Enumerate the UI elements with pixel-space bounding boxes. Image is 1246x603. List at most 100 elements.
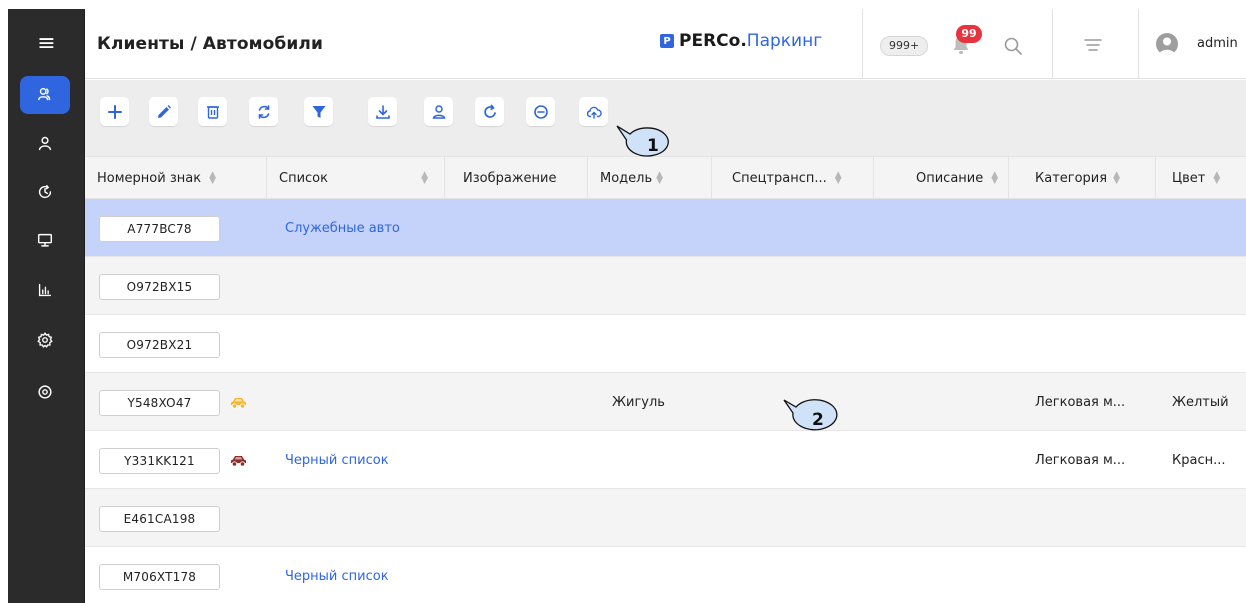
column-header-plate[interactable]: Номерной знак ▲ ▼ (85, 157, 267, 199)
column-header-label: Модель (600, 170, 653, 186)
column-header-label: Цвет (1172, 170, 1206, 186)
column-header-label: Список (279, 170, 328, 186)
sort-icon[interactable]: ▲ ▼ (421, 171, 428, 186)
cell-list[interactable]: Черный список (285, 547, 389, 603)
remove-button[interactable] (526, 97, 555, 126)
edit-icon (157, 104, 171, 118)
minus-circle-icon (533, 104, 548, 119)
header-divider (1138, 9, 1139, 79)
filter-button[interactable] (304, 97, 333, 126)
table-row[interactable]: M706XT178 Черный список (85, 547, 1246, 603)
column-header-label: Изображение (463, 170, 557, 186)
column-header-color[interactable]: Цвет ▲ ▼ (1156, 157, 1246, 199)
user-button[interactable] (424, 97, 453, 126)
users-icon (37, 87, 51, 101)
column-header-label: Спецтрансп... (732, 170, 827, 186)
cell-category: Легковая м... (1035, 452, 1126, 468)
license-plate: Y548XO47 (99, 390, 220, 416)
table-row[interactable]: A777BC78 Служебные авто (85, 199, 1246, 257)
callout-2: 2 (783, 398, 847, 438)
license-plate: M706XT178 (99, 564, 220, 590)
column-header-category[interactable]: Категория ▲ ▼ (1009, 157, 1156, 199)
brand-name: PERCo. (679, 31, 747, 51)
brand-product: Паркинг (746, 31, 823, 51)
sidebar-item-reports[interactable] (20, 271, 70, 309)
delete-icon (206, 105, 219, 119)
column-header-label: Категория (1035, 170, 1108, 186)
cell-list[interactable]: Служебные авто (285, 199, 400, 257)
add-icon (107, 104, 122, 119)
events-count-badge[interactable]: 999+ (880, 36, 929, 56)
sort-icon[interactable]: ▲ ▼ (835, 171, 842, 186)
avatar[interactable] (1156, 33, 1178, 55)
username[interactable]: admin (1197, 36, 1238, 51)
user-icon (432, 104, 445, 119)
table-row[interactable]: Y331KK121 Черный список Легковая м... Красн… (85, 431, 1246, 489)
eye-icon (38, 385, 52, 399)
sidebar-item-view[interactable] (20, 373, 70, 411)
callout-number: 2 (812, 410, 824, 430)
search-icon[interactable] (1003, 36, 1023, 56)
license-plate: E461CA198 (99, 506, 220, 532)
download-button[interactable] (368, 97, 397, 126)
reload-button[interactable] (475, 97, 504, 126)
vehicles-table: Номерной знак ▲ ▼ Список ▲ ▼ Изображение Мод… (85, 156, 1246, 603)
sort-icon[interactable]: ▲ ▼ (1213, 171, 1220, 186)
filter-icon (312, 105, 325, 118)
notification-badge: 99 (956, 25, 982, 43)
brand-mark: P (660, 34, 674, 48)
car-icon (231, 398, 246, 409)
download-icon (375, 104, 390, 119)
car-icon (231, 456, 246, 467)
cell-model: Жигуль (612, 394, 665, 410)
user-avatar-icon (1159, 37, 1175, 55)
license-plate: Y331KK121 (99, 448, 220, 474)
app-window: ≡ Клиенты / Автомобили P PERCo. Паркинг … (0, 0, 1246, 603)
column-header-label: Описание (916, 170, 984, 186)
table-row[interactable]: Y548XO47 Жигуль Легковая м... Желтый (85, 373, 1246, 431)
sort-icon[interactable]: ▲ ▼ (1113, 171, 1120, 186)
reload-icon (483, 104, 496, 118)
sidebar: ≡ (8, 9, 85, 603)
page-title: Клиенты / Автомобили (97, 34, 323, 54)
refresh-button[interactable] (249, 97, 278, 126)
history-icon (38, 184, 52, 199)
sidebar-item-users[interactable] (20, 76, 70, 114)
column-header-list[interactable]: Список ▲ ▼ (267, 157, 445, 199)
upload-button[interactable] (579, 97, 608, 126)
edit-button[interactable] (149, 97, 178, 126)
column-header-description[interactable]: Описание ▲ ▼ (874, 157, 1009, 199)
sidebar-item-person[interactable] (20, 125, 70, 163)
brand-logo: P PERCo. Паркинг (660, 31, 822, 51)
hamburger-menu-icon[interactable]: ≡ (8, 29, 85, 59)
cell-category: Легковая м... (1035, 394, 1126, 410)
sidebar-item-settings[interactable] (20, 321, 70, 359)
refresh-icon (258, 104, 269, 119)
cloud-upload-icon (586, 106, 602, 119)
monitor-icon (37, 233, 53, 247)
header-divider (862, 9, 863, 79)
column-header-image: Изображение (445, 157, 588, 199)
column-header-special-transport[interactable]: Спецтрансп... ▲ ▼ (712, 157, 874, 199)
header-divider (1052, 9, 1053, 79)
column-header-label: Номерной знак (97, 170, 202, 186)
sort-icon[interactable]: ▲ ▼ (656, 171, 663, 186)
cell-list[interactable]: Черный список (285, 431, 389, 489)
settings-icon (37, 332, 53, 348)
table-row[interactable]: E461CA198 (85, 489, 1246, 547)
license-plate: O972BX15 (99, 274, 220, 300)
add-button[interactable] (100, 97, 129, 126)
cell-color: Желтый (1172, 394, 1229, 410)
table-row[interactable]: O972BX21 (85, 315, 1246, 373)
sort-icon[interactable]: ▲ ▼ (991, 171, 998, 186)
delete-button[interactable] (198, 97, 227, 126)
reports-icon (38, 283, 52, 297)
sidebar-item-monitor[interactable] (20, 221, 70, 259)
menu-lines-icon[interactable] (1084, 38, 1102, 52)
person-icon (38, 136, 52, 151)
license-plate: O972BX21 (99, 332, 220, 358)
table-row[interactable]: O972BX15 (85, 257, 1246, 315)
top-header: Клиенты / Автомобили P PERCo. Паркинг 99… (85, 9, 1246, 79)
sort-icon[interactable]: ▲ ▼ (209, 171, 216, 186)
sidebar-item-history[interactable] (20, 173, 70, 211)
